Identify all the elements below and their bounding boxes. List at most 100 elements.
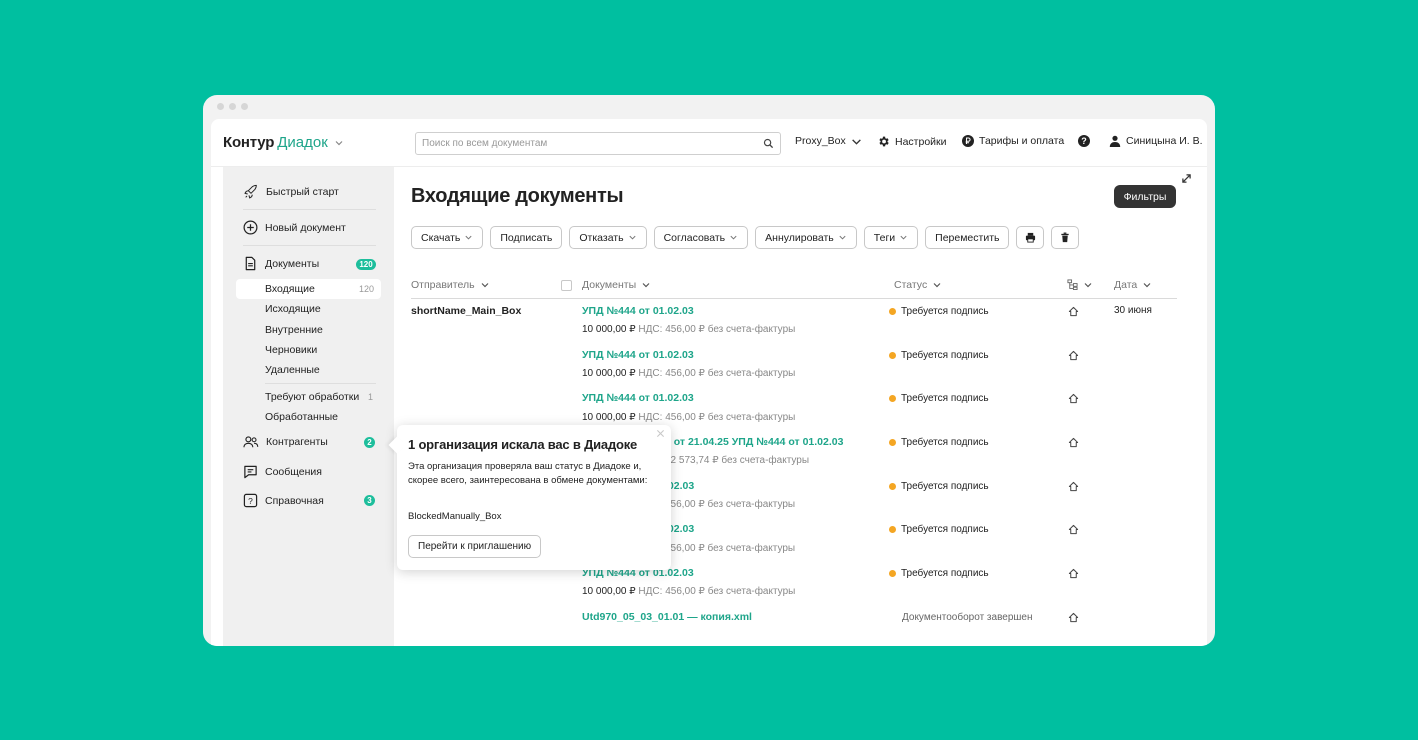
document-link[interactable]: УПД №444 от 01.02.03 [582, 392, 694, 404]
sidebar-item-label: Документы [265, 257, 320, 270]
column-header-date[interactable]: Дата [1114, 279, 1152, 291]
home-icon[interactable] [1068, 306, 1079, 317]
sidebar-item-documents[interactable]: Документы [243, 256, 319, 271]
document-link[interactable]: Utd970_05_03_01.01 — копия.xml [582, 611, 752, 623]
sidebar-item-internal[interactable]: Внутренние [265, 324, 323, 336]
popover-text: Эта организация проверяла ваш статус в Д… [408, 461, 648, 486]
sidebar-item-incoming[interactable]: Входящие [265, 283, 315, 295]
tags-label: Теги [873, 231, 896, 244]
search-notification-popover: 1 организация искала вас в Диадоке Эта о… [388, 425, 671, 570]
column-header-sender[interactable]: Отправитель [411, 279, 490, 291]
ruble-icon [962, 135, 974, 147]
rocket-icon [244, 184, 257, 199]
document-amount: 10 000,00 ₽ НДС: 456,00 ₽ без счета-факт… [582, 586, 795, 597]
reference-count-badge: 3 [364, 495, 375, 506]
settings-link[interactable]: Настройки [877, 135, 947, 148]
sidebar-item-counterparties[interactable]: Контрагенты [243, 435, 328, 449]
document-date: 30 июня [1114, 305, 1152, 316]
move-label: Переместить [935, 231, 1000, 244]
approve-button[interactable]: Согласовать [653, 226, 749, 249]
sign-button[interactable]: Подписать [490, 226, 563, 249]
status-dot-icon [889, 308, 896, 315]
column-header-status[interactable]: Статус [894, 279, 942, 291]
printer-icon [1025, 232, 1036, 243]
sidebar-item-new-document[interactable]: Новый документ [243, 220, 346, 235]
column-header-documents[interactable]: Документы [582, 279, 651, 291]
window-dot-icon[interactable] [241, 103, 248, 110]
home-icon[interactable] [1068, 481, 1079, 492]
column-header-label: Отправитель [411, 279, 475, 291]
document-link[interactable]: 1 от 21.04.25 УПД №444 от 01.02.03 [665, 436, 843, 448]
chevron-down-icon [839, 235, 846, 240]
move-button[interactable]: Переместить [925, 226, 1010, 249]
status-dot-icon [889, 439, 896, 446]
document-link[interactable]: УПД №444 от 01.02.03 [582, 349, 694, 361]
status-label: Требуется подпись [901, 568, 989, 579]
annul-button[interactable]: Аннулировать [755, 226, 857, 249]
help-icon: ? [1078, 135, 1090, 147]
delete-button[interactable] [1051, 226, 1080, 249]
document-link[interactable]: УПД №444 от 01.02.03 [582, 305, 694, 317]
sidebar-item-reference[interactable]: ? Справочная [243, 493, 324, 508]
document-icon [245, 256, 256, 271]
close-icon[interactable] [656, 429, 665, 438]
sidebar-item-deleted[interactable]: Удаленные [265, 364, 320, 376]
settings-label: Настройки [895, 135, 947, 148]
message-icon [244, 465, 257, 479]
status-badge: Требуется подпись [889, 350, 989, 361]
sidebar-item-need-processing[interactable]: Требуют обработки [265, 391, 359, 403]
home-icon[interactable] [1068, 524, 1079, 535]
go-to-invitation-button[interactable]: Перейти к приглашению [408, 535, 542, 558]
sidebar-item-messages[interactable]: Сообщения [243, 464, 322, 479]
tariffs-link[interactable]: Тарифы и оплата [962, 135, 1064, 147]
chevron-down-icon [335, 140, 343, 145]
sidebar-item-processed[interactable]: Обработанные [265, 411, 338, 423]
vat-value: 456,00 ₽ без счета-фактуры [665, 499, 796, 510]
print-button[interactable] [1016, 226, 1045, 249]
vat-value: НДС: 456,00 ₽ без счета-фактуры [638, 412, 796, 423]
filters-button[interactable]: Фильтры [1114, 185, 1176, 208]
status-label: Документооборот завершен [902, 612, 1033, 623]
home-icon[interactable] [1068, 437, 1079, 448]
amount-value: 10 000,00 ₽ [582, 412, 636, 423]
sender-name[interactable]: shortName_Main_Box [411, 305, 521, 317]
sidebar-item-outgoing[interactable]: Исходящие [265, 303, 321, 315]
need-processing-count: 1 [368, 392, 374, 402]
user-icon [1109, 135, 1121, 147]
app-window: Контур Диадок Proxy_Box Настройки Тарифы… [203, 95, 1215, 646]
svg-text:?: ? [248, 496, 253, 506]
home-icon[interactable] [1068, 612, 1079, 623]
window-dot-icon[interactable] [217, 103, 224, 110]
status-dot-icon [889, 526, 896, 533]
home-icon[interactable] [1068, 568, 1079, 579]
sidebar-item-drafts[interactable]: Черновики [265, 344, 317, 356]
sidebar: Быстрый старт Новый документ Документы 1… [223, 167, 394, 646]
sidebar-item-quick-start[interactable]: Быстрый старт [243, 184, 339, 200]
chevron-down-icon [1143, 283, 1151, 288]
refuse-button[interactable]: Отказать [569, 226, 647, 249]
product-switcher[interactable]: Контур Диадок [223, 134, 344, 151]
box-selector[interactable]: Proxy_Box [795, 135, 862, 147]
search-icon[interactable] [763, 138, 774, 149]
sidebar-divider [243, 245, 376, 246]
select-all-checkbox[interactable] [561, 280, 572, 291]
status-label: Требуется подпись [901, 306, 989, 317]
window-dot-icon[interactable] [229, 103, 236, 110]
tags-button[interactable]: Теги [863, 226, 919, 249]
home-icon[interactable] [1068, 350, 1079, 361]
question-square-icon: ? [243, 493, 258, 508]
column-header-routes[interactable] [1067, 279, 1093, 290]
page-title: Входящие документы [411, 185, 624, 207]
home-icon[interactable] [1068, 393, 1079, 404]
expand-icon[interactable] [1182, 174, 1191, 183]
approve-label: Согласовать [663, 231, 726, 244]
status-label: Требуется подпись [901, 393, 989, 404]
user-menu[interactable]: Синицына И. В. [1109, 135, 1203, 147]
actions-toolbar: Скачать Подписать Отказать Согласовать А… [411, 226, 1080, 249]
search-input[interactable] [415, 132, 781, 155]
download-button[interactable]: Скачать [411, 226, 484, 249]
sign-label: Подписать [500, 231, 553, 244]
status-dot-icon [889, 352, 896, 359]
help-button[interactable]: ? [1078, 135, 1090, 147]
sidebar-item-label: Новый документ [265, 221, 346, 234]
